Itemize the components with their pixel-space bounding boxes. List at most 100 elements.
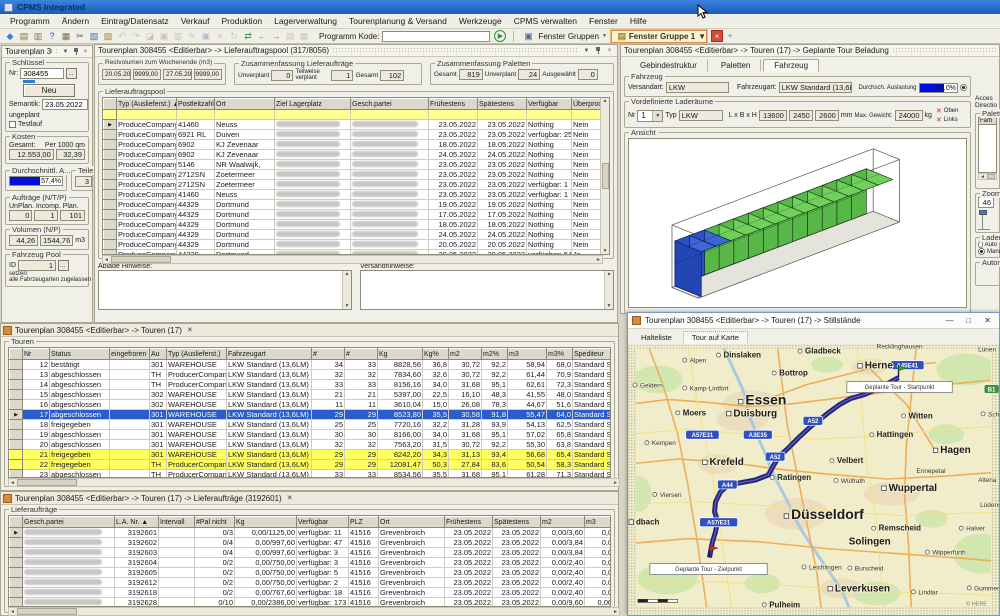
touren-column-header[interactable] <box>10 349 23 360</box>
auftraege-table-row[interactable]: 3192628 0/10 0,00/2386,00 verfügbar: 173… <box>10 598 612 608</box>
pool-column-header[interactable]: Ort <box>215 99 275 110</box>
pool-filter-row[interactable] <box>104 110 605 120</box>
manual-radio[interactable] <box>978 248 985 255</box>
tab-paletten[interactable]: Paletten <box>710 59 761 72</box>
touren-table-row[interactable]: 13 abgeschlossen TH ProducerCompany LKW … <box>10 370 612 380</box>
chevron-down-icon[interactable]: ▼ <box>698 32 706 41</box>
tab-fahrzeug[interactable]: Fahrzeug <box>763 59 819 72</box>
nr-input[interactable] <box>20 68 64 79</box>
toolbar-icon[interactable]: ▨ <box>101 30 115 43</box>
menu-item[interactable]: Verkauf <box>175 15 216 27</box>
auftraege-hscroll[interactable]: ◄► <box>8 607 620 616</box>
toolbar-icon[interactable]: ▦ <box>297 30 311 43</box>
semantik-input[interactable] <box>42 99 88 110</box>
close-group-button[interactable]: × <box>711 30 723 42</box>
versand-textarea[interactable]: ▲▼ <box>360 270 614 310</box>
auftraege-table-row[interactable]: 3192605 0/2 0,00/750,00 verfügbar: 5 415… <box>10 568 612 578</box>
nr-browse-button[interactable]: ... <box>66 68 77 79</box>
touren-table-row[interactable]: ▶ 17 abgeschlossen 301 WAREHOUSE LKW Sta… <box>10 410 612 420</box>
touren-column-header[interactable]: Status <box>50 349 110 360</box>
toolbar-icon[interactable]: ▤ <box>283 30 297 43</box>
auto-radio[interactable] <box>978 241 983 248</box>
map-window-titlebar[interactable]: Tourenplan 308455 <Editierbar> -> Touren… <box>628 313 999 329</box>
laderaum-nr-combo[interactable]: 1▼ <box>637 110 663 122</box>
menu-item[interactable]: Werkzeuge <box>453 15 508 27</box>
menu-item[interactable]: Ändern <box>56 15 95 27</box>
touren-tabbar[interactable]: Tourenplan 308455 <Editierbar> -> Touren… <box>1 324 618 337</box>
toolbar-icon[interactable]: ▣ <box>199 30 213 43</box>
pool-vscroll[interactable]: ▲▼ <box>600 98 609 254</box>
touren-column-header[interactable]: m3 <box>508 349 547 360</box>
close-icon[interactable]: ✕ <box>287 494 293 502</box>
touren-column-header[interactable]: m3% <box>547 349 573 360</box>
left-panel-header[interactable]: Tourenplan 30... ▼ × <box>2 46 92 58</box>
touren-column-header[interactable]: m2% <box>482 349 508 360</box>
pool-column-header[interactable] <box>104 99 117 110</box>
close-button[interactable]: ✕ <box>980 315 995 327</box>
pool-table-row[interactable]: ProduceCompany 6902 KJ Zevenaar 24.05.20… <box>104 150 605 160</box>
auftraege-column-header[interactable]: L.A. Nr. ▲ <box>115 517 159 528</box>
pool-table-row[interactable]: ProduceCompany 5146 NR Waalwijk, 23.05.2… <box>104 160 605 170</box>
auftraege-column-header[interactable]: Frühestens <box>445 517 493 528</box>
oben-x-icon[interactable]: ✕ <box>936 107 942 115</box>
tour-map[interactable]: A45E41B1A52A57E31A3E35A52A44A57/E31Reckl… <box>628 344 999 615</box>
toolbar-icon[interactable]: ? <box>45 30 59 43</box>
menu-item[interactable]: Eintrag/Datensatz <box>95 15 175 27</box>
pool-browse-button[interactable]: ... <box>58 260 69 271</box>
touren-column-header[interactable]: m2 <box>449 349 482 360</box>
tab-gebindestruktur[interactable]: Gebindestruktur <box>629 59 708 72</box>
menu-item[interactable]: Tourenplanung & Versand <box>343 15 453 27</box>
beladung-panel-header[interactable]: Tourenplan 308455 <Editierbar> -> Touren… <box>621 45 999 57</box>
toolbar-icon[interactable]: ◪ <box>143 30 157 43</box>
toolbar-icon[interactable]: ↷ <box>129 30 143 43</box>
auftraege-table-row[interactable]: 3192603 0/4 0,00/997,60 verfügbar: 3 415… <box>10 548 612 558</box>
touren-column-header[interactable]: Nr <box>23 349 50 360</box>
pool-column-header[interactable]: Gesch.partei <box>351 99 429 110</box>
pool-column-header[interactable]: Ziel Lagerplatz <box>275 99 351 110</box>
pool-column-header[interactable]: Frühestens <box>429 99 478 110</box>
pool-column-header[interactable]: Verfügbar <box>527 99 572 110</box>
add-group-icon[interactable]: + <box>723 30 737 43</box>
toolbar-icon[interactable]: ▥ <box>31 30 45 43</box>
pool-table-row[interactable]: ProduceCompany 6921 RL Duiven 23.05.2022… <box>104 130 605 140</box>
tab-halteliste[interactable]: Halteliste <box>632 331 681 344</box>
pool-table-row[interactable]: ProduceCompany 2712SN Zoetermeer 23.05.2… <box>104 180 605 190</box>
auftraege-column-header[interactable]: m2 <box>541 517 585 528</box>
testlauf-checkbox[interactable] <box>9 121 16 128</box>
zoom-slider[interactable] <box>979 210 987 215</box>
touren-column-header[interactable]: eingefroren <box>110 349 150 360</box>
menu-item[interactable]: Programm <box>4 15 56 27</box>
toolbar-icon[interactable]: ◆ <box>3 30 17 43</box>
pool-table-row[interactable]: ProduceCompany 41460 Neuss 23.05.2022 23… <box>104 190 605 200</box>
pool-column-header[interactable]: Postleitzahl <box>177 99 215 110</box>
pin-icon[interactable] <box>72 47 79 56</box>
touren-column-header[interactable]: Fahrzeugart <box>227 349 312 360</box>
menu-item[interactable]: Hilfe <box>624 15 653 27</box>
close-icon[interactable]: × <box>605 46 614 55</box>
auftraege-column-header[interactable]: Verfügbar <box>297 517 349 528</box>
pool-table-row[interactable]: ProduceCompany 44329 Dortmund 19.05.2022… <box>104 200 605 210</box>
ablade-textarea[interactable]: ▲▼ <box>98 270 352 310</box>
toolbar-icon[interactable]: ← <box>255 30 269 43</box>
pool-table-row[interactable]: ProduceCompany 44329 Dortmund 24.05.2022… <box>104 230 605 240</box>
pool-table-row[interactable]: ▶ ProduceCompany 41460 Neuss 23.05.2022 … <box>104 120 605 130</box>
toolbar-icon[interactable]: ↶ <box>115 30 129 43</box>
fenster-gruppen-button[interactable]: ▣ Fenster Gruppen ▼ <box>517 30 610 43</box>
touren-table-row[interactable]: 12 bestätigt 301 WAREHOUSE LKW Standard … <box>10 360 612 370</box>
minimize-button[interactable]: — <box>942 315 957 327</box>
close-icon[interactable]: × <box>82 47 89 56</box>
links-x-icon[interactable]: ✕ <box>936 116 942 124</box>
touren-table-row[interactable]: 21 freigegeben 301 WAREHOUSE LKW Standar… <box>10 450 612 460</box>
toolbar-icon[interactable]: ▣ <box>157 30 171 43</box>
touren-table-row[interactable]: 22 freigegeben TH ProducerCompany LKW St… <box>10 460 612 470</box>
pool-column-header[interactable]: Spätestens <box>478 99 527 110</box>
auftraege-table-row[interactable]: 3192604 0/2 0,00/750,00 verfügbar: 3 415… <box>10 558 612 568</box>
pin-icon[interactable] <box>594 46 602 55</box>
touren-table-row[interactable]: 14 abgeschlossen TH ProducerCompany LKW … <box>10 380 612 390</box>
truck-loading-3d-view[interactable] <box>629 139 965 307</box>
touren-table-row[interactable]: 20 abgeschlossen 301 WAREHOUSE LKW Stand… <box>10 440 612 450</box>
pool-panel-header[interactable]: Tourenplan 308455 <Editierbar> -> Liefer… <box>95 45 617 57</box>
auslastung-radio[interactable] <box>960 84 967 91</box>
touren-column-header[interactable]: # <box>312 349 345 360</box>
auftraege-tabbar[interactable]: Tourenplan 308455 <Editierbar> -> Touren… <box>1 492 618 505</box>
